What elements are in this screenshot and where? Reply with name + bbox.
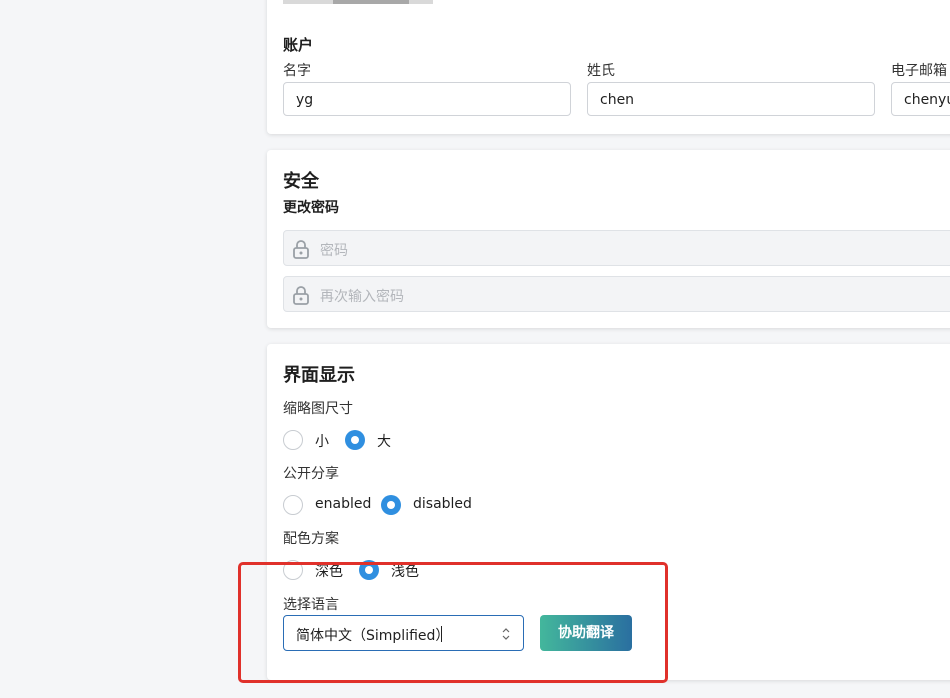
share-enabled-radio[interactable]: [283, 495, 303, 515]
account-card: 账户 名字 yg 姓氏 chen 电子邮箱 chenyug: [267, 0, 950, 134]
account-heading: 账户: [283, 36, 314, 54]
display-heading: 界面显示: [283, 365, 355, 386]
scroll-strip: [283, 0, 433, 4]
highlight-annotation: [238, 562, 668, 683]
share-disabled-radio[interactable]: [381, 495, 401, 515]
email-label: 电子邮箱: [891, 63, 947, 79]
thumbnail-large-label: 大: [377, 434, 391, 450]
security-heading: 安全: [283, 171, 319, 192]
share-disabled-label: disabled: [413, 496, 472, 512]
lock-icon: [293, 240, 309, 259]
lock-icon: [293, 286, 309, 305]
first-name-field[interactable]: yg: [283, 82, 571, 116]
thumbnail-large-radio[interactable]: [345, 430, 365, 450]
last-name-field[interactable]: chen: [587, 82, 875, 116]
thumbnail-small-label: 小: [315, 434, 329, 450]
thumbnail-small-radio[interactable]: [283, 430, 303, 450]
color-scheme-label: 配色方案: [283, 531, 339, 547]
security-card: 安全 更改密码 密码 再次输入密码: [267, 150, 950, 328]
settings-page: 账户 名字 yg 姓氏 chen 电子邮箱 chenyug 安全 更改密码 密码…: [0, 0, 950, 698]
public-share-label: 公开分享: [283, 466, 339, 482]
last-name-label: 姓氏: [587, 63, 615, 79]
share-enabled-label: enabled: [315, 496, 372, 512]
password-placeholder: 密码: [320, 243, 348, 259]
email-field[interactable]: chenyug: [891, 82, 950, 116]
change-password-label: 更改密码: [283, 200, 339, 216]
confirm-password-placeholder: 再次输入密码: [320, 289, 404, 305]
confirm-password-field[interactable]: 再次输入密码: [283, 276, 950, 312]
first-name-label: 名字: [283, 63, 311, 79]
password-field[interactable]: 密码: [283, 230, 950, 266]
thumbnail-size-label: 缩略图尺寸: [283, 401, 353, 417]
